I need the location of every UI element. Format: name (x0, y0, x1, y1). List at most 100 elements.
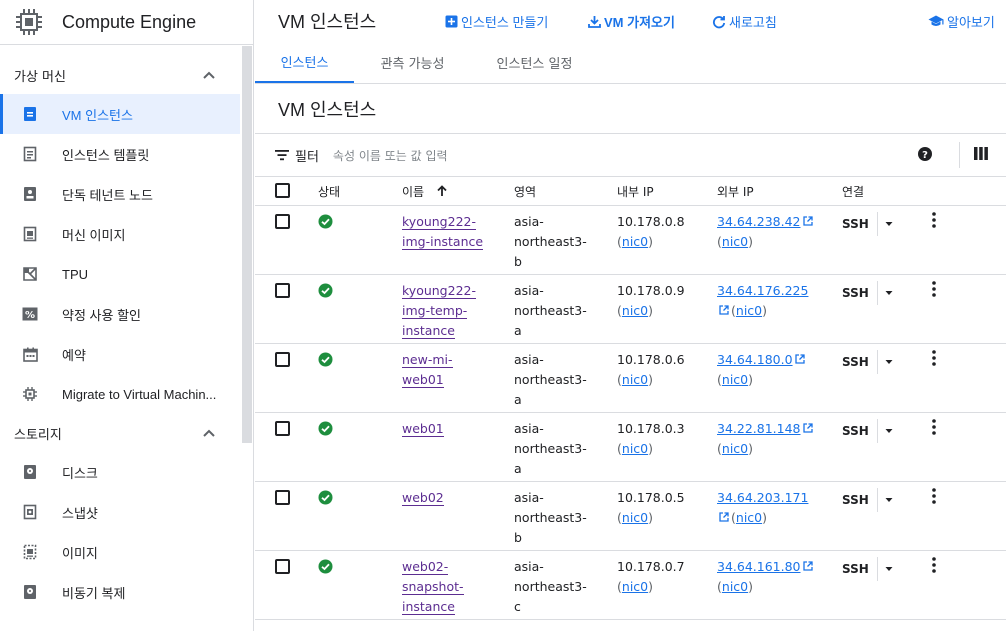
tab-instances[interactable]: 인스턴스 (255, 42, 354, 83)
instance-name-link[interactable]: web02- (402, 559, 449, 575)
ssh-button[interactable]: SSH (842, 350, 894, 374)
more-vert-icon[interactable] (932, 212, 936, 234)
nic-link[interactable]: nic0 (622, 303, 648, 318)
table-row[interactable]: web02- snapshot-instance asia-northeast3-… (255, 551, 1006, 620)
nic-link[interactable]: nic0 (722, 372, 748, 387)
instance-name-link[interactable]: web01 (402, 372, 444, 388)
ssh-button[interactable]: SSH (842, 212, 894, 236)
nic-link[interactable]: nic0 (622, 234, 648, 249)
sidebar-item-snapshots[interactable]: 스냅샷 (0, 492, 240, 532)
external-ip-link[interactable]: 34.22.81.148 (717, 421, 801, 436)
actions-cell (932, 206, 1006, 275)
sidebar-item-instance-templates[interactable]: 인스턴스 템플릿 (0, 134, 240, 174)
nic-link[interactable]: nic0 (736, 510, 762, 525)
instance-name-link[interactable]: kyoung222- (402, 283, 476, 299)
external-ip-link[interactable]: 34.64.203.171 (717, 490, 808, 505)
nic-link[interactable]: nic0 (736, 303, 762, 318)
sidebar-scrollbar[interactable] (242, 46, 252, 443)
nic-link[interactable]: nic0 (622, 579, 648, 594)
sidebar-item-reservations[interactable]: 예약 (0, 334, 240, 374)
ssh-dropdown[interactable] (876, 419, 894, 443)
sidebar-item-sole-tenant-nodes[interactable]: 단독 테넌트 노드 (0, 174, 240, 214)
import-vm-button[interactable]: VM 가져오기 (588, 12, 675, 31)
external-ip-link[interactable]: 34.64.238.42 (717, 214, 801, 229)
table-row[interactable]: kyoung222- img-temp-instance asia-northea… (255, 275, 1006, 344)
table-row[interactable]: web01 asia-northeast3- a 10.178.0.3 (nic0)… (255, 413, 1006, 482)
ssh-dropdown[interactable] (876, 350, 894, 374)
column-header-connect[interactable]: 연결 (842, 177, 932, 206)
more-vert-icon[interactable] (932, 350, 936, 372)
create-instance-button[interactable]: 인스턴스 만들기 (445, 12, 548, 31)
compute-engine-logo-icon[interactable] (14, 7, 44, 37)
instance-name-link[interactable]: instance (402, 323, 455, 339)
sidebar-section-vm[interactable]: 가상 머신 (0, 56, 240, 94)
sidebar-item-images[interactable]: 이미지 (0, 532, 240, 572)
more-vert-icon[interactable] (932, 419, 936, 441)
select-all-checkbox[interactable] (275, 182, 290, 198)
row-checkbox[interactable] (275, 490, 290, 505)
nic-link[interactable]: nic0 (722, 234, 748, 249)
column-header-name[interactable]: 이름 (402, 177, 514, 206)
instance-name-link[interactable]: snapshot- (402, 579, 464, 595)
row-checkbox[interactable] (275, 214, 290, 229)
row-checkbox[interactable] (275, 421, 290, 436)
nic-link[interactable]: nic0 (622, 510, 648, 525)
sidebar-item-tpu[interactable]: TPU (0, 254, 240, 294)
tab-observability[interactable]: 관측 가능성 (354, 42, 471, 83)
sidebar-item-disks[interactable]: 디스크 (0, 452, 240, 492)
instance-name-link[interactable]: kyoung222- (402, 214, 476, 230)
arrow-drop-down-icon (885, 222, 893, 226)
svg-text:?: ? (922, 150, 928, 161)
sidebar-item-async-replication[interactable]: 비동기 복제 (0, 572, 240, 612)
sidebar-item-machine-images[interactable]: 머신 이미지 (0, 214, 240, 254)
filter-icon[interactable] (275, 149, 289, 161)
nic-link[interactable]: nic0 (722, 441, 748, 456)
ssh-button[interactable]: SSH (842, 419, 894, 443)
row-checkbox[interactable] (275, 559, 290, 574)
ssh-dropdown[interactable] (876, 212, 894, 236)
ssh-dropdown[interactable] (876, 281, 894, 305)
sidebar-item-migrate[interactable]: Migrate to Virtual Machin... (0, 374, 240, 414)
ssh-dropdown[interactable] (876, 557, 894, 581)
external-ip-link[interactable]: 34.64.180.0 (717, 352, 793, 367)
ssh-button[interactable]: SSH (842, 557, 894, 581)
external-ip-link[interactable]: 34.64.176.225 (717, 283, 808, 298)
row-checkbox[interactable] (275, 283, 290, 298)
more-vert-icon[interactable] (932, 281, 936, 303)
table-row[interactable]: new-mi-web01 asia-northeast3- a 10.178.0.… (255, 344, 1006, 413)
column-header-status[interactable]: 상태 (318, 177, 402, 206)
instance-name-link[interactable]: web01 (402, 421, 444, 437)
nic-link[interactable]: nic0 (622, 441, 648, 456)
nic-link[interactable]: nic0 (622, 372, 648, 387)
ssh-button[interactable]: SSH (842, 488, 894, 512)
table-row[interactable]: kyoung222- img-instance asia-northeast3- b… (255, 206, 1006, 275)
tab-instance-schedules[interactable]: 인스턴스 일정 (471, 42, 598, 83)
row-checkbox[interactable] (275, 352, 290, 367)
sidebar-section-storage[interactable]: 스토리지 (0, 414, 240, 452)
instance-name-link[interactable]: img-temp- (402, 303, 468, 319)
more-vert-icon[interactable] (932, 488, 936, 510)
column-header-external-ip[interactable]: 외부 IP (717, 177, 842, 206)
column-header-zone[interactable]: 영역 (514, 177, 617, 206)
nic-link[interactable]: nic0 (722, 579, 748, 594)
column-display-options-icon[interactable] (974, 147, 988, 164)
instance-name-link[interactable]: img-instance (402, 234, 484, 250)
sidebar-item-committed-use-discounts[interactable]: % 약정 사용 할인 (0, 294, 240, 334)
column-header-internal-ip[interactable]: 내부 IP (617, 177, 717, 206)
filter-input[interactable]: 속성 이름 또는 값 입력 (333, 147, 448, 164)
ssh-button[interactable]: SSH (842, 281, 894, 305)
instance-name-link[interactable]: instance (402, 599, 455, 615)
sidebar-item-label: 약정 사용 할인 (62, 307, 141, 323)
tab-label: 인스턴스 (280, 56, 329, 71)
external-ip-link[interactable]: 34.64.161.80 (717, 559, 801, 574)
instance-name-link[interactable]: new-mi- (402, 352, 453, 368)
select-cell (255, 413, 318, 482)
more-vert-icon[interactable] (932, 557, 936, 579)
table-row[interactable]: web02 asia-northeast3- b 10.178.0.5 (nic0)… (255, 482, 1006, 551)
sidebar-item-vm-instances[interactable]: VM 인스턴스 (0, 94, 240, 134)
learn-button[interactable]: 알아보기 (928, 12, 995, 31)
ssh-dropdown[interactable] (876, 488, 894, 512)
instance-name-link[interactable]: web02 (402, 490, 444, 506)
help-icon[interactable]: ? (917, 146, 933, 166)
refresh-button[interactable]: 새로고침 (712, 12, 777, 31)
